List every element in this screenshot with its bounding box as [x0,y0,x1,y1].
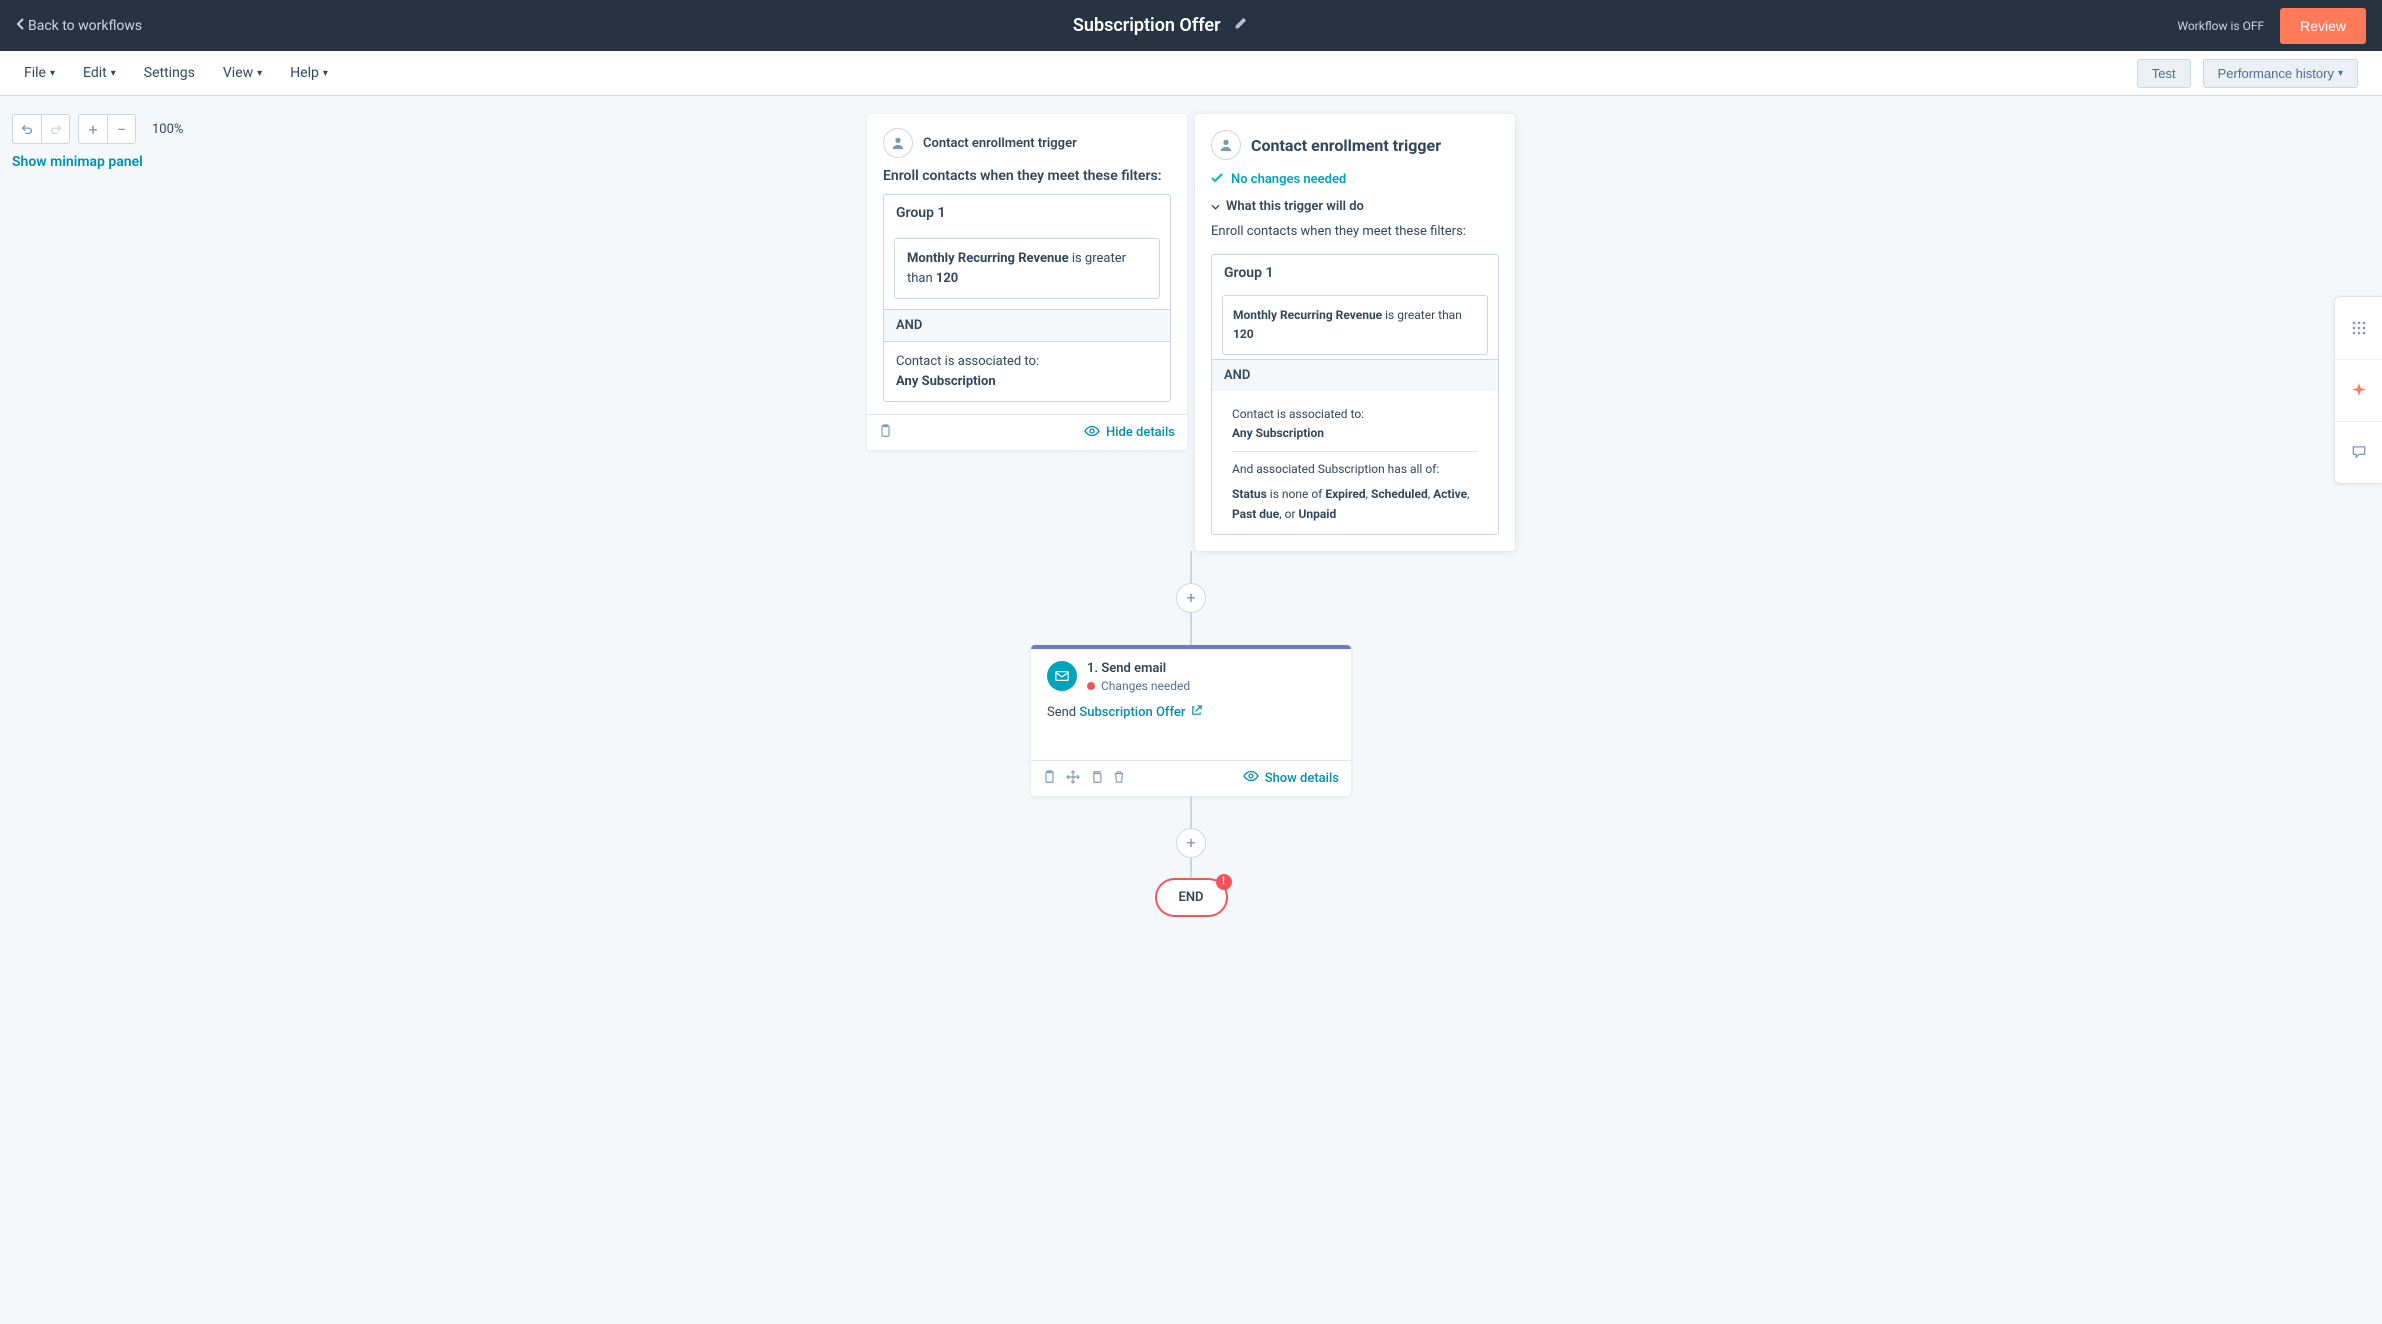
workflow-status: Workflow is OFF [2177,19,2264,33]
copy-icon[interactable] [1090,769,1103,788]
add-step-button[interactable]: + [1176,828,1206,858]
menu-help[interactable]: Help▾ [290,65,328,81]
panel-filter-mrr: Monthly Recurring Revenue is greater tha… [1222,295,1488,355]
show-details-link[interactable]: Show details [1243,770,1339,786]
changes-needed-badge: Changes needed [1087,679,1190,693]
contact-icon [883,128,913,158]
email-card-title: 1. Send email [1087,661,1190,676]
add-step-button[interactable]: + [1176,583,1206,613]
menu-edit[interactable]: Edit▾ [83,65,116,81]
back-label: Back to workflows [28,18,142,34]
external-link-icon [1191,705,1202,720]
menubar: File▾ Edit▾ Settings View▾ Help▾ Test Pe… [0,51,2382,96]
panel-filter-group: Group 1 Monthly Recurring Revenue is gre… [1211,254,1499,535]
panel-and: AND [1212,359,1498,391]
menu-settings[interactable]: Settings [144,65,195,81]
top-header: Back to workflows Subscription Offer Wor… [0,0,2382,51]
panel-group-title: Group 1 [1212,255,1498,291]
sparkle-icon[interactable] [2335,359,2382,421]
clipboard-icon[interactable] [879,423,892,442]
chevron-down-icon [1211,199,1220,214]
comment-icon[interactable] [2335,421,2382,483]
zoom-out-button[interactable]: − [107,115,135,143]
zoom-in-button[interactable]: + [79,115,107,143]
connector [1190,551,1192,583]
enroll-text: Enroll contacts when they meet these fil… [867,168,1187,194]
menu-view[interactable]: View▾ [223,65,262,81]
connector [1190,858,1192,878]
show-minimap-link[interactable]: Show minimap panel [12,154,143,170]
email-body: Send Subscription Offer [1031,701,1351,760]
move-icon[interactable] [1066,769,1080,788]
side-tray [2334,296,2382,484]
chevron-down-icon: ▾ [50,68,55,79]
pencil-icon[interactable] [1233,16,1247,35]
performance-history-button[interactable]: Performance history▾ [2203,59,2358,88]
alert-icon: ! [1216,874,1232,890]
trash-icon[interactable] [1113,769,1125,788]
and-label: AND [884,309,1170,342]
filter-mrr[interactable]: Monthly Recurring Revenue is greater tha… [894,238,1160,299]
chevron-down-icon: ▾ [257,68,262,79]
trigger-card[interactable]: Contact enrollment trigger Enroll contac… [867,114,1187,450]
canvas-tools: + − 100% [12,114,183,144]
connector [1190,613,1192,645]
details-panel: Contact enrollment trigger No changes ne… [1195,114,1515,551]
chevron-down-icon: ▾ [323,68,328,79]
send-email-card[interactable]: 1. Send email Changes needed Send Subscr… [1031,645,1351,796]
review-button[interactable]: Review [2280,8,2366,44]
clipboard-icon[interactable] [1043,769,1056,788]
subscription-offer-link[interactable]: Subscription Offer [1079,705,1185,720]
alert-dot-icon [1087,682,1095,690]
trigger-card-title: Contact enrollment trigger [923,136,1077,151]
filter-group: Group 1 Monthly Recurring Revenue is gre… [883,194,1171,402]
panel-filter-assoc: Contact is associated to: Any Subscripti… [1222,395,1488,534]
end-node[interactable]: END ! [1155,878,1228,917]
header-right: Workflow is OFF Review [2177,8,2366,44]
envelope-icon [1047,661,1077,691]
zoom-level: 100% [152,122,183,137]
eye-icon [1084,425,1100,441]
filter-assoc[interactable]: Contact is associated to: Any Subscripti… [884,342,1170,401]
check-icon [1211,172,1223,187]
panel-title: Contact enrollment trigger [1251,136,1441,155]
grid-icon[interactable] [2335,297,2382,359]
trigger-card-footer: Hide details [867,414,1187,450]
hide-details-link[interactable]: Hide details [1084,425,1175,441]
title-center: Subscription Offer [142,15,2177,36]
contact-icon [1211,130,1241,160]
connector [1190,796,1192,828]
workflow-title[interactable]: Subscription Offer [1073,15,1221,36]
menu-file[interactable]: File▾ [24,65,55,81]
workflow-flow: Contact enrollment trigger Enroll contac… [731,114,1651,917]
test-button[interactable]: Test [2137,59,2191,88]
chevron-down-icon: ▾ [2338,68,2343,79]
status-no-changes: No changes needed [1211,172,1499,187]
what-trigger-toggle[interactable]: What this trigger will do [1211,199,1499,214]
chevron-down-icon: ▾ [111,68,116,79]
panel-enroll-text: Enroll contacts when they meet these fil… [1211,222,1499,242]
back-to-workflows-link[interactable]: Back to workflows [16,18,142,34]
email-card-footer: Show details [1031,760,1351,796]
undo-button[interactable] [13,115,41,143]
redo-button[interactable] [41,115,69,143]
chevron-left-icon [16,18,24,34]
canvas[interactable]: + − 100% Show minimap panel Contact enro… [0,96,2382,1324]
eye-icon [1243,770,1259,786]
group-title: Group 1 [884,195,1170,232]
